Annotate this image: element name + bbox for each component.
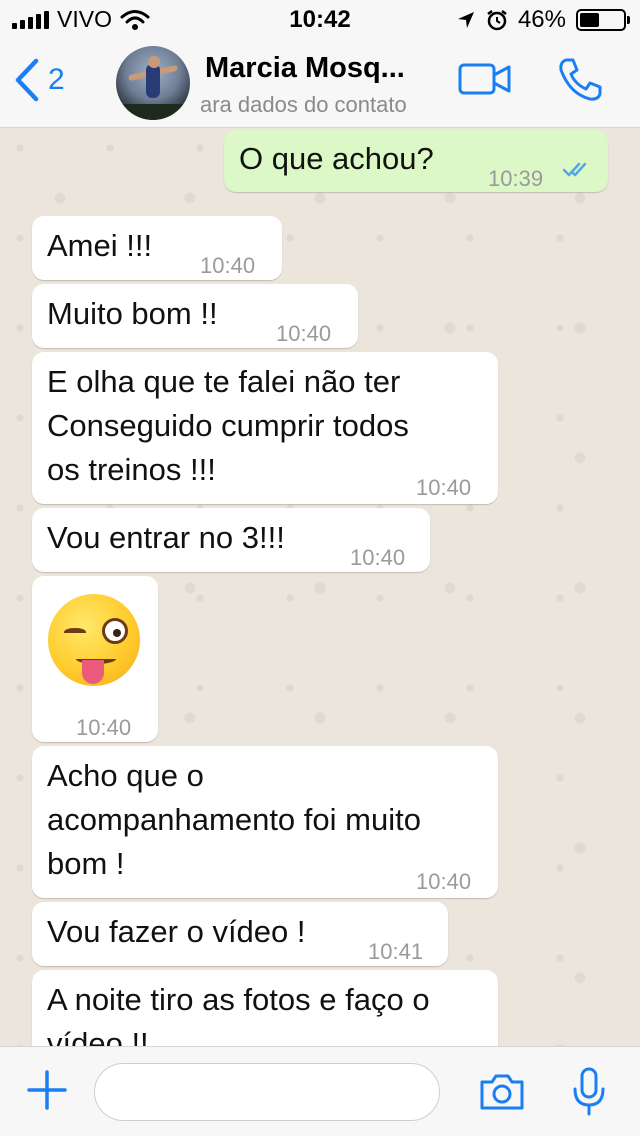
double-check-icon: [562, 162, 587, 177]
message-bubble-incoming[interactable]: A noite tiro as fotos e faço o vídeo !!: [32, 970, 498, 1046]
message-bubble-incoming[interactable]: E olha que te falei não ter Conseguido c…: [32, 352, 498, 504]
message-bubble-incoming[interactable]: Vou entrar no 3!!! 10:40: [32, 508, 430, 572]
battery-fill: [580, 13, 600, 27]
microphone-button[interactable]: [572, 1067, 606, 1122]
message-time: 10:40: [200, 253, 256, 278]
battery-percent: 46%: [517, 6, 566, 33]
back-button[interactable]: 2: [14, 58, 65, 102]
message-time: 10:40: [416, 475, 472, 500]
message-bubble-incoming[interactable]: Vou fazer o vídeo ! 10:41: [32, 902, 448, 966]
avatar[interactable]: [116, 46, 190, 120]
message-time: 10:41: [368, 939, 424, 964]
message-text-line: acompanhamento foi muito: [47, 802, 421, 837]
message-text-line: os treinos !!!: [47, 452, 216, 487]
alarm-icon: [487, 10, 507, 31]
message-time: 10:40: [76, 715, 132, 740]
video-call-button[interactable]: [458, 62, 512, 101]
message-text-line: A noite tiro as fotos e faço o: [47, 982, 430, 1017]
microphone-icon: [573, 1067, 605, 1116]
camera-icon: [480, 1074, 524, 1110]
message-time: 10:39: [488, 166, 544, 191]
message-text-line: Conseguido cumprir todos: [47, 408, 409, 443]
message-bubble-outgoing[interactable]: O que achou? 10:39: [224, 130, 608, 192]
camera-button[interactable]: [478, 1073, 526, 1116]
message-input[interactable]: [94, 1063, 440, 1121]
message-text: Muito bom !!: [47, 296, 218, 331]
message-text: Vou fazer o vídeo !: [47, 914, 306, 949]
contact-name[interactable]: Marcia Mosq...: [205, 52, 405, 85]
message-text: Vou entrar no 3!!!: [47, 520, 285, 555]
status-right: 46%: [456, 6, 630, 34]
back-chevron-icon: [15, 58, 39, 102]
battery-icon: [576, 9, 630, 31]
unread-count: 2: [48, 63, 65, 96]
attach-button[interactable]: [26, 1069, 68, 1116]
phone-icon: [559, 58, 602, 101]
message-time: 10:40: [416, 869, 472, 894]
message-text: Amei !!!: [47, 228, 153, 263]
message-time: 10:40: [350, 545, 406, 570]
winking-face-with-tongue-emoji: [48, 594, 140, 686]
message-bubble-incoming[interactable]: Amei !!! 10:40: [32, 216, 282, 280]
input-bar: [0, 1046, 640, 1136]
video-call-icon: [458, 63, 511, 95]
status-bar: VIVO 10:42 46%: [0, 0, 640, 40]
message-text-line: E olha que te falei não ter: [47, 364, 401, 399]
chat-header: 2 Marcia Mosq... ara dados do contato: [0, 40, 640, 128]
message-bubble-incoming[interactable]: Acho que o acompanhamento foi muito bom …: [32, 746, 498, 898]
message-text-line: bom !: [47, 846, 125, 881]
chat-area[interactable]: O que achou? 10:39 Amei !!! 10:40 Muito …: [0, 128, 640, 1046]
voice-call-button[interactable]: [556, 56, 604, 109]
message-bubble-emoji[interactable]: 10:40: [32, 576, 158, 742]
message-text-line: vídeo !!: [47, 1026, 149, 1046]
location-arrow-icon: [457, 12, 474, 28]
message-text: O que achou?: [239, 141, 434, 176]
plus-icon: [27, 1070, 67, 1110]
message-bubble-incoming[interactable]: Muito bom !! 10:40: [32, 284, 358, 348]
contact-info-hint[interactable]: ara dados do contato: [200, 92, 440, 118]
message-text-line: Acho que o: [47, 758, 204, 793]
message-time: 10:40: [276, 321, 332, 346]
